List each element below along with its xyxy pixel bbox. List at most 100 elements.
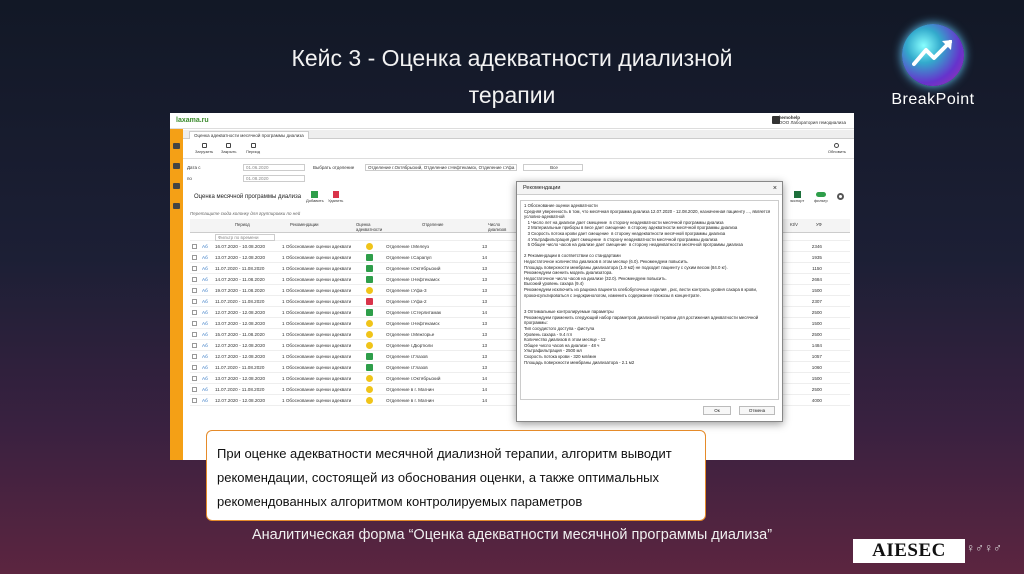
dialog-text[interactable]: 1 Обоснование оценки адекватности Средня… (520, 200, 779, 400)
row-link-icon[interactable]: Аб (202, 354, 208, 359)
col-dept[interactable]: Отделение (422, 222, 443, 227)
gear-icon[interactable] (837, 193, 844, 200)
row-link-icon[interactable]: Аб (202, 310, 208, 315)
row-period: 13.07.2020 - 12.08.2020 (215, 255, 266, 260)
adequacy-status-icon (366, 375, 373, 382)
row-link-icon[interactable]: Аб (202, 288, 208, 293)
recommendations-dialog: Рекомендации × 1 Обоснование оценки адекв… (516, 181, 783, 422)
row-link-icon[interactable]: Аб (202, 343, 208, 348)
col-period[interactable]: Период (235, 222, 250, 227)
row-link-icon[interactable]: Аб (202, 365, 208, 370)
row-uf: 1500 (811, 288, 822, 293)
col-uf[interactable]: УФ (816, 222, 822, 227)
row-checkbox[interactable] (192, 365, 197, 370)
dept-select[interactable]: Отделение г.Октябрьский, Отделение г.Неф… (365, 164, 517, 171)
row-checkbox[interactable] (192, 255, 197, 260)
row-recommendation[interactable]: 1 Обоснование оценки адеквати (282, 398, 351, 403)
col-sessions[interactable]: Число диализов (488, 222, 512, 232)
row-link-icon[interactable]: Аб (202, 321, 208, 326)
row-recommendation[interactable]: 1 Обоснование оценки адеквати (282, 277, 351, 282)
row-recommendation[interactable]: 1 Обоснование оценки адеквати (282, 299, 351, 304)
row-link-icon[interactable]: Аб (202, 398, 208, 403)
all-select[interactable]: Все (523, 164, 583, 171)
row-checkbox[interactable] (192, 266, 197, 271)
export-button[interactable]: экспорт (790, 191, 804, 203)
adequacy-status-icon (366, 298, 373, 305)
mail-icon[interactable] (173, 183, 180, 189)
user-block[interactable]: hemohelp ООО Лаборатория гемодиализа (779, 115, 846, 125)
row-checkbox[interactable] (192, 321, 197, 326)
row-period: 11.07.2020 - 11.08.2020 (215, 299, 265, 304)
add-button[interactable]: Добавить (306, 191, 324, 203)
row-checkbox[interactable] (192, 387, 197, 392)
filter-label: фильтр (814, 198, 828, 203)
row-checkbox[interactable] (192, 354, 197, 359)
row-department: Отделение в г. Магнин (386, 398, 434, 403)
filter-toggle[interactable]: фильтр (814, 191, 828, 203)
menu-icon[interactable] (173, 143, 180, 149)
row-department: Отделение г.Нефтекамск (386, 277, 440, 282)
people-icon: ♀♂♀♂ (966, 541, 1002, 555)
period-filter-input[interactable]: Фильтр по времени (215, 234, 275, 241)
app-logo[interactable]: laxama.ru (176, 117, 209, 124)
row-uf: 1150 (812, 266, 822, 271)
delete-button[interactable]: Удалить (328, 191, 343, 203)
row-link-icon[interactable]: Аб (202, 299, 208, 304)
date-to-input[interactable]: 01.08.2020 (243, 175, 305, 182)
ok-button[interactable]: Ок (703, 406, 731, 415)
load-button[interactable]: Загрузить (195, 143, 213, 154)
tab-adequacy[interactable]: Оценка адекватности месячной программы д… (189, 131, 309, 139)
close-button[interactable]: Закрыть (221, 143, 236, 154)
col-adequacy[interactable]: Оценка адекватности (356, 222, 382, 232)
adequacy-status-icon (366, 243, 373, 250)
row-recommendation[interactable]: 1 Обоснование оценки адеквати (282, 266, 351, 271)
row-recommendation[interactable]: 1 Обоснование оценки адеквати (282, 354, 351, 359)
row-checkbox[interactable] (192, 376, 197, 381)
row-checkbox[interactable] (192, 332, 197, 337)
row-link-icon[interactable]: Аб (202, 376, 208, 381)
row-recommendation[interactable]: 1 Обоснование оценки адеквати (282, 343, 351, 348)
row-recommendation[interactable]: 1 Обоснование оценки адеквати (282, 244, 351, 249)
row-department: Отделение г.Уфа-2 (386, 299, 427, 304)
row-checkbox[interactable] (192, 343, 197, 348)
period-button[interactable]: Период (246, 143, 260, 154)
row-recommendation[interactable]: 1 Обоснование оценки адеквати (282, 255, 351, 260)
row-recommendation[interactable]: 1 Обоснование оценки адеквати (282, 365, 351, 370)
adequacy-status-icon (366, 397, 373, 404)
row-link-icon[interactable]: Аб (202, 244, 208, 249)
row-link-icon[interactable]: Аб (202, 277, 208, 282)
row-checkbox[interactable] (192, 299, 197, 304)
export-label: экспорт (790, 198, 805, 203)
refresh-button[interactable]: Обновить (828, 143, 846, 154)
row-recommendation[interactable]: 1 Обоснование оценки адеквати (282, 288, 351, 293)
close-icon[interactable]: × (773, 182, 777, 195)
row-period: 11.07.2020 - 11.08.2020 (215, 365, 265, 370)
app-screenshot: laxama.ru hemohelp ООО Лаборатория гемод… (170, 113, 854, 460)
row-checkbox[interactable] (192, 277, 197, 282)
brand-name: BreakPoint (891, 91, 975, 108)
row-recommendation[interactable]: 1 Обоснование оценки адеквати (282, 387, 351, 392)
row-link-icon[interactable]: Аб (202, 255, 208, 260)
breakpoint-logo-icon (902, 24, 964, 86)
row-checkbox[interactable] (192, 398, 197, 403)
col-ktv[interactable]: Kt/V (790, 222, 798, 227)
folder-icon[interactable] (173, 163, 180, 169)
row-checkbox[interactable] (192, 244, 197, 249)
col-rec[interactable]: Рекомендации (290, 222, 319, 227)
row-link-icon[interactable]: Аб (202, 387, 208, 392)
row-recommendation[interactable]: 1 Обоснование оценки адеквати (282, 332, 351, 337)
row-sessions: 13 (482, 343, 488, 348)
date-from-input[interactable]: 01.06.2020 (243, 164, 305, 171)
book-icon[interactable] (173, 203, 180, 209)
row-recommendation[interactable]: 1 Обоснование оценки адеквати (282, 321, 351, 326)
row-link-icon[interactable]: Аб (202, 266, 208, 271)
row-sessions: 13 (482, 266, 488, 271)
row-recommendation[interactable]: 1 Обоснование оценки адеквати (282, 376, 351, 381)
row-uf: 1500 (811, 321, 822, 326)
row-link-icon[interactable]: Аб (202, 332, 208, 337)
row-checkbox[interactable] (192, 288, 197, 293)
row-sessions: 13 (482, 332, 488, 337)
cancel-button[interactable]: Отмена (739, 406, 775, 415)
row-recommendation[interactable]: 1 Обоснование оценки адеквати (282, 310, 351, 315)
row-checkbox[interactable] (192, 310, 197, 315)
